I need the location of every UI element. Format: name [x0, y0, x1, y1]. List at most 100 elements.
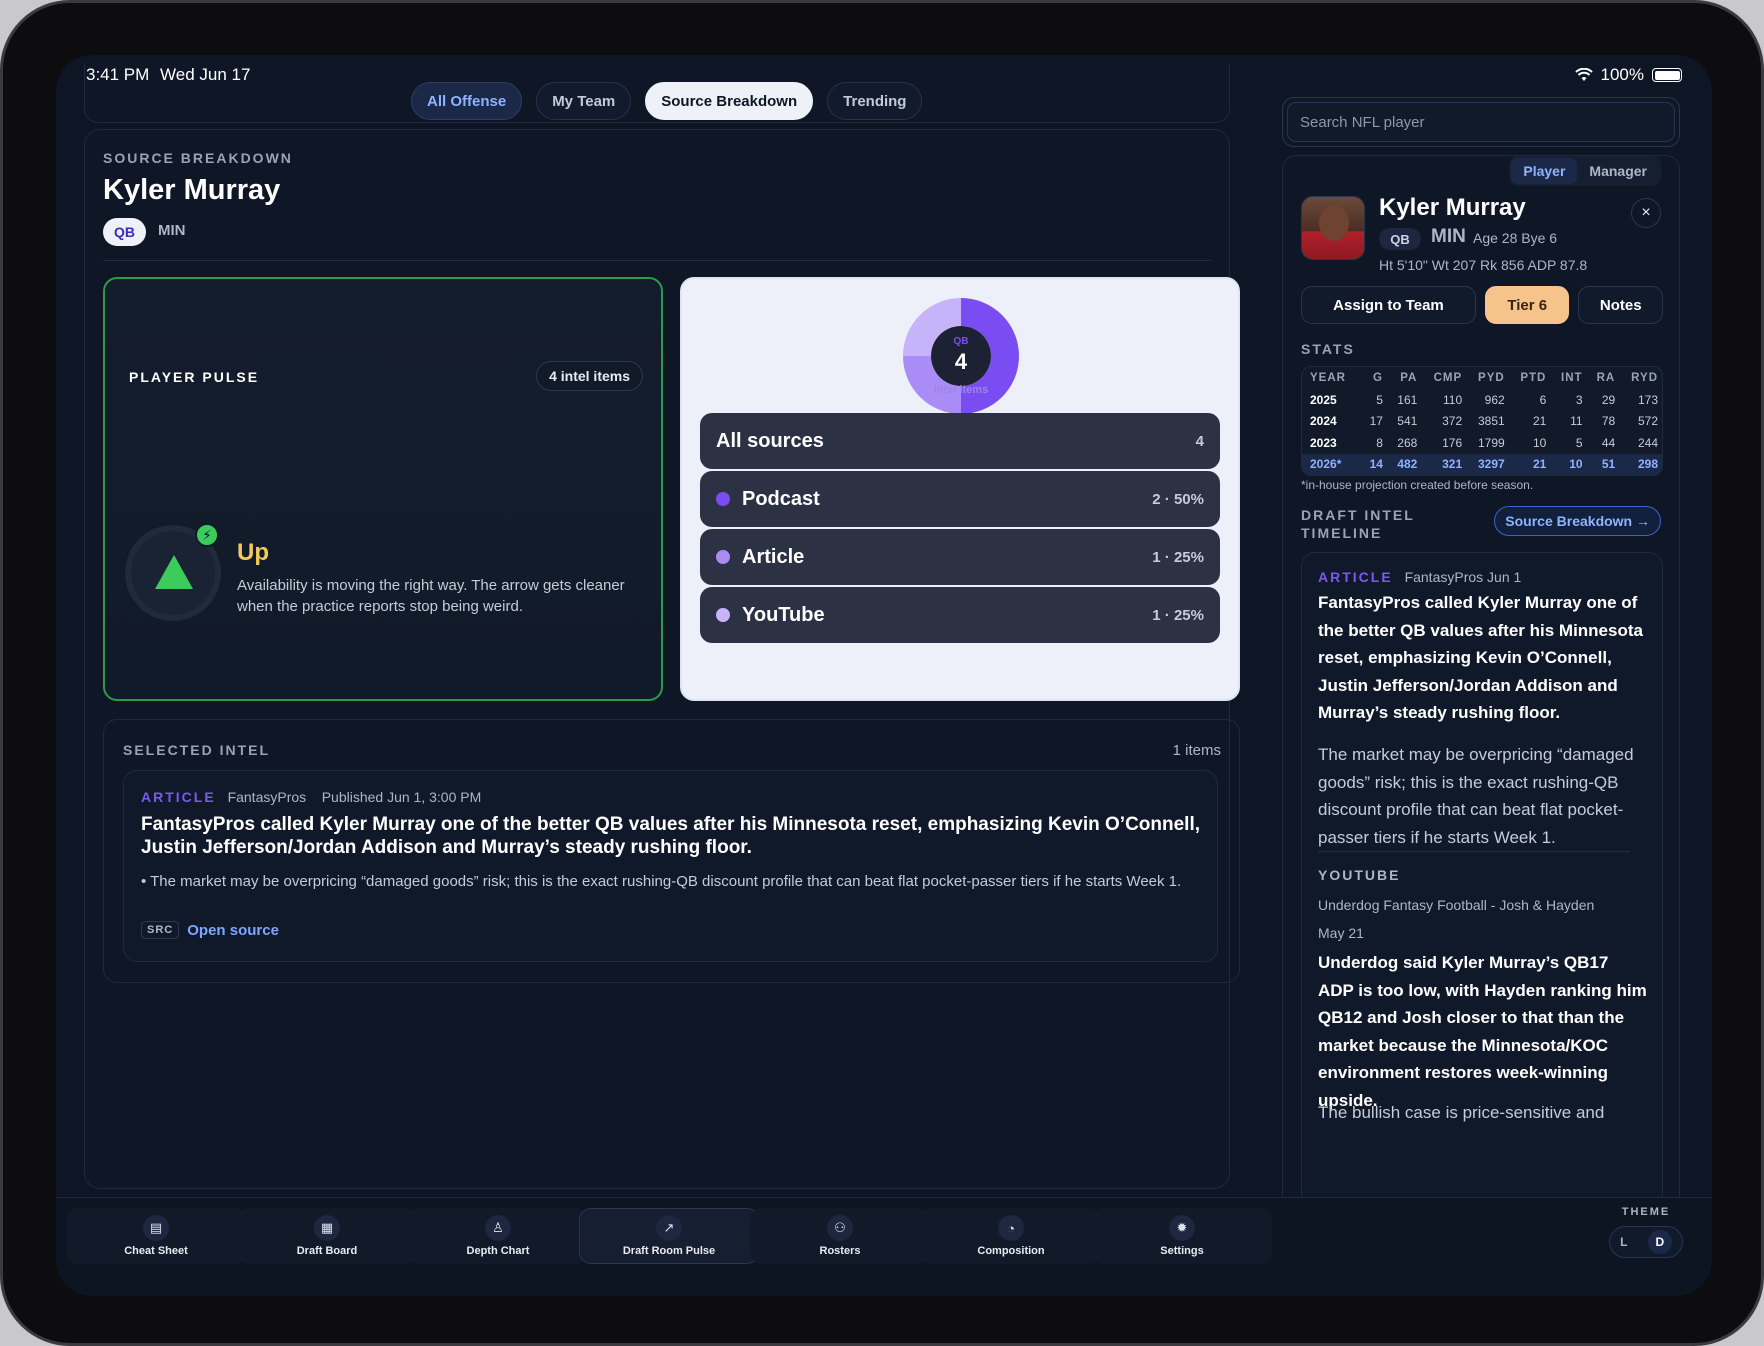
stats-cell: 14: [1360, 453, 1387, 475]
intel-card[interactable]: ARTICLE FantasyPros Published Jun 1, 3:0…: [123, 770, 1218, 962]
composition-icon: ◔: [998, 1215, 1024, 1241]
nav-cheat-sheet[interactable]: ▤ Cheat Sheet: [66, 1208, 246, 1264]
stats-cell: 5: [1376, 392, 1383, 407]
avatar: [1301, 196, 1365, 260]
nav-draft-room-pulse[interactable]: ↗ Draft Room Pulse: [579, 1208, 759, 1264]
intel-source: FantasyPros: [227, 789, 307, 805]
source-breakdown-button[interactable]: Source Breakdown →: [1494, 506, 1661, 536]
stats-label: STATS: [1301, 341, 1355, 357]
stats-header-cell: PTD: [1520, 372, 1547, 384]
player-actions: Assign to Team Tier 6 Notes: [1301, 286, 1663, 324]
pulse-direction: Up: [237, 539, 269, 566]
source-row-podcast[interactable]: Podcast 2 · 50%: [700, 471, 1220, 527]
trend-icon: ↗: [656, 1215, 682, 1241]
stats-cell: 173: [1637, 392, 1658, 407]
bottom-nav: ▤ Cheat Sheet ▦ Draft Board ♙ Depth Chart ↗ Dra…: [56, 1197, 1712, 1296]
notes-button[interactable]: Notes: [1578, 286, 1663, 324]
app-screen: All Offense My Team Source Breakdown Trendi…: [56, 55, 1712, 1296]
stats-header-cell: CMP: [1433, 372, 1463, 384]
stats-cell: 298: [1619, 453, 1662, 475]
stats-cell: 176: [1442, 435, 1463, 450]
intel-body: • The market may be overpricing “damaged…: [141, 873, 1182, 890]
stats-cell: 2025: [1310, 392, 1337, 407]
divider: [103, 260, 1211, 261]
stats-cell: 51: [1586, 453, 1620, 475]
stats-cell: 10: [1550, 453, 1587, 475]
stats-header-cell: PYD: [1478, 372, 1505, 384]
timeline-body: The bullish case is price-sensitive and: [1318, 1103, 1605, 1122]
stats-cell: 161: [1397, 392, 1418, 407]
player-side-panel: Player Manager Kyler Murray QB MIN Age 2…: [1282, 155, 1680, 1296]
nav-composition[interactable]: ◔ Composition: [921, 1208, 1101, 1264]
status-date: Wed Jun 17: [160, 65, 251, 84]
stats-cell: 11: [1570, 414, 1583, 429]
stats-header-cell: PA: [1400, 372, 1418, 384]
stats-cell: 10: [1533, 435, 1547, 450]
source-value: 4: [1195, 432, 1204, 450]
timeline-headline: Underdog said Kyler Murray’s QB17 ADP is…: [1318, 953, 1647, 1110]
open-source-link[interactable]: Open source: [187, 922, 279, 939]
stats-header-cell: YEAR: [1310, 372, 1346, 384]
source-row-article[interactable]: Article 1 · 25%: [700, 529, 1220, 585]
position-badge: QB: [103, 218, 146, 246]
nav-draft-board[interactable]: ▦ Draft Board: [237, 1208, 417, 1264]
timeline-divider: [1318, 851, 1630, 852]
stats-cell: 541: [1397, 414, 1418, 429]
seg-player[interactable]: Player: [1511, 158, 1578, 184]
intel-headline: FantasyPros called Kyler Murray one of t…: [141, 814, 1201, 858]
stats-cell: 29: [1601, 392, 1616, 407]
stats-row: 2024 17 541 372 3851 21 11 78 572: [1302, 411, 1662, 433]
timeline-source: Underdog Fantasy Football - Josh & Hayde…: [1318, 897, 1595, 913]
source-breakdown-card: QB 4 intel items All sources 4 Podcast 2 · 50…: [680, 277, 1240, 701]
search-input[interactable]: [1287, 102, 1675, 142]
nav-label: Draft Board: [296, 1245, 358, 1257]
intel-published: Published Jun 1, 3:00 PM: [321, 789, 482, 805]
theme-toggle[interactable]: L D: [1609, 1226, 1683, 1258]
source-name: All sources: [716, 429, 824, 452]
donut-center-label: 4: [955, 349, 968, 374]
section-eyebrow: SOURCE BREAKDOWN: [103, 150, 293, 166]
nav-label: Settings: [1160, 1245, 1204, 1257]
stats-cell: 21: [1508, 453, 1551, 475]
intel-kind: ARTICLE: [141, 789, 216, 805]
source-value: 1 · 25%: [1152, 606, 1204, 624]
seg-manager[interactable]: Manager: [1577, 158, 1659, 184]
stats-cell: 2024: [1310, 414, 1337, 429]
close-icon[interactable]: ×: [1631, 198, 1661, 228]
intel-timeline: ARTICLE FantasyPros Jun 1 FantasyPros ca…: [1301, 552, 1663, 1296]
side-position-badge: QB: [1379, 228, 1421, 250]
draft-board-icon: ▦: [314, 1215, 340, 1241]
source-dot-icon: [716, 550, 730, 564]
timeline-source: FantasyPros Jun 1: [1404, 569, 1522, 585]
assign-to-team-button[interactable]: Assign to Team: [1301, 286, 1476, 324]
intel-count-pill: 4 intel items: [536, 361, 643, 391]
stats-cell: 962: [1484, 392, 1505, 407]
stats-cell: 3851: [1477, 414, 1505, 429]
nav-rosters[interactable]: ⚇ Rosters: [750, 1208, 930, 1264]
stats-row: 2025 5 161 110 962 6 3 29 173: [1302, 389, 1662, 411]
team-abbr: MIN: [158, 222, 186, 239]
nav-depth-chart[interactable]: ♙ Depth Chart: [408, 1208, 588, 1264]
side-team: MIN: [1431, 226, 1466, 247]
wifi-icon: [1574, 68, 1593, 81]
tier-button[interactable]: Tier 6: [1484, 286, 1570, 324]
theme-dark[interactable]: D: [1647, 1230, 1672, 1254]
stats-header-cell: INT: [1561, 372, 1583, 384]
stats-cell: 268: [1397, 435, 1418, 450]
theme-light[interactable]: L: [1620, 1235, 1627, 1249]
source-row-youtube[interactable]: YouTube 1 · 25%: [700, 587, 1220, 643]
stats-cell: 17: [1369, 414, 1383, 429]
status-bar: 3:41 PM Wed Jun 17 100%: [86, 65, 1682, 91]
stats-footnote: *in-house projection created before seas…: [1301, 478, 1534, 492]
stats-cell: 21: [1533, 414, 1547, 429]
nav-settings[interactable]: ✹ Settings: [1092, 1208, 1272, 1264]
stats-row: 2023 8 268 176 1799 10 5 44 244: [1302, 432, 1662, 454]
source-row-all-sources[interactable]: All sources 4: [700, 413, 1220, 469]
intel-source-row: SRC Open source: [141, 921, 279, 939]
age-bye: Age 28 Bye 6: [1473, 230, 1558, 246]
intel-meta: ARTICLE FantasyPros Published Jun 1, 3:0…: [141, 789, 481, 805]
timeline-item-meta: ARTICLE FantasyPros Jun 1: [1318, 569, 1521, 585]
stats-header-row: YEAR G PA CMP PYD PTD INT RA RYD: [1302, 367, 1662, 389]
settings-icon: ✹: [1169, 1215, 1195, 1241]
stats-cell: 3297: [1466, 453, 1509, 475]
